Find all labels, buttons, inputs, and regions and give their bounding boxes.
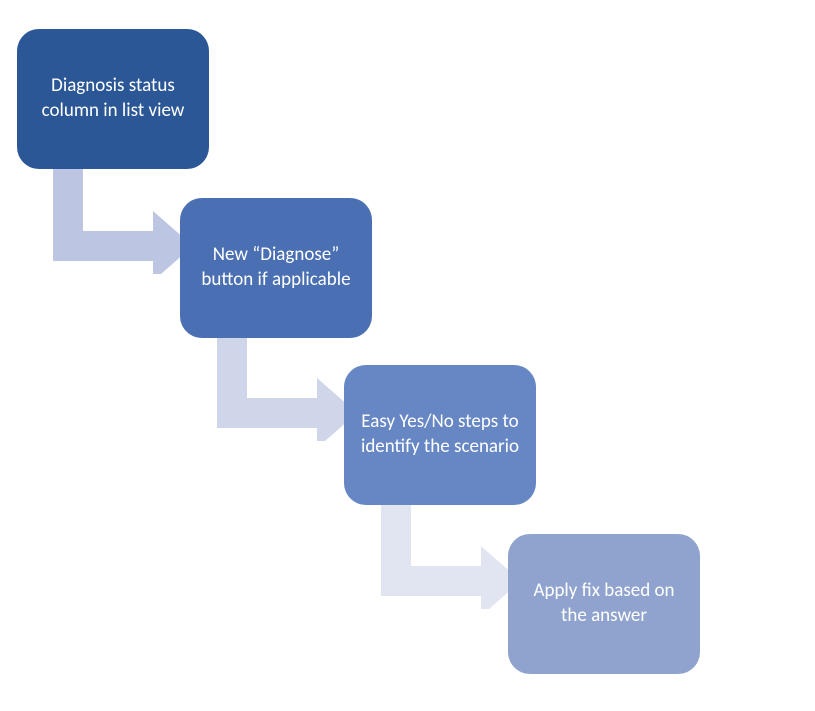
flow-step-4-label: Apply fix based on the answer xyxy=(524,579,684,628)
flow-step-3-label: Easy Yes/No steps to identify the scenar… xyxy=(360,410,520,459)
flow-arrow-2 xyxy=(199,326,359,441)
flow-arrow-1 xyxy=(35,159,195,274)
flow-step-1-label: Diagnosis status column in list view xyxy=(33,74,193,123)
flow-step-2: New “Diagnose” button if applicable xyxy=(180,198,372,338)
flow-step-1: Diagnosis status column in list view xyxy=(17,29,209,169)
flow-arrow-3 xyxy=(363,494,523,609)
flow-step-3: Easy Yes/No steps to identify the scenar… xyxy=(344,365,536,505)
flow-step-2-label: New “Diagnose” button if applicable xyxy=(196,243,356,292)
flow-step-4: Apply fix based on the answer xyxy=(508,534,700,674)
